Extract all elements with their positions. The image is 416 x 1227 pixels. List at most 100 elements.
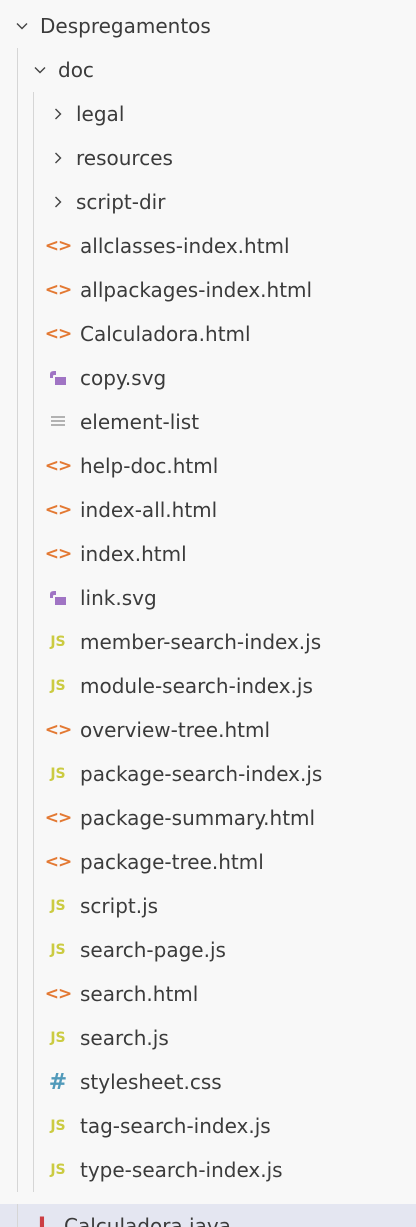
file-item[interactable]: JS member-search-index.js — [0, 620, 416, 664]
folder-legal[interactable]: legal — [0, 92, 416, 136]
indent-guide — [17, 840, 18, 884]
html-file-icon: <> — [44, 324, 73, 344]
indent-guide — [33, 224, 34, 268]
file-label: search-page.js — [80, 938, 226, 962]
file-item[interactable]: <> Calculadora.html — [0, 312, 416, 356]
file-item[interactable]: <> help-doc.html — [0, 444, 416, 488]
file-item[interactable]: JS tag-search-index.js — [0, 1104, 416, 1148]
indent-guide — [17, 488, 18, 532]
file-item[interactable]: JS type-search-index.js — [0, 1148, 416, 1192]
indent-guide — [17, 1104, 18, 1148]
html-file-icon: <> — [44, 236, 73, 256]
folder-despregamentos[interactable]: Despregamentos — [0, 4, 416, 48]
file-item[interactable]: JS search-page.js — [0, 928, 416, 972]
file-item[interactable]: # stylesheet.css — [0, 1060, 416, 1104]
folder-doc[interactable]: doc — [0, 48, 416, 92]
file-item[interactable]: copy.svg — [0, 356, 416, 400]
file-item[interactable]: JS package-search-index.js — [0, 752, 416, 796]
file-label: script.js — [80, 894, 159, 918]
indent-guide — [33, 708, 34, 752]
js-file-icon: JS — [50, 942, 66, 958]
indent-guide — [33, 840, 34, 884]
chevron-right-icon[interactable] — [46, 102, 70, 126]
folder-resources[interactable]: resources — [0, 136, 416, 180]
indent-guide — [17, 620, 18, 664]
file-label: package-tree.html — [80, 850, 264, 874]
file-item[interactable]: <> allpackages-index.html — [0, 268, 416, 312]
file-label: allpackages-index.html — [80, 278, 313, 302]
indent-guide — [17, 92, 18, 136]
indent-guide — [33, 972, 34, 1016]
file-item[interactable]: <> index-all.html — [0, 488, 416, 532]
file-label: help-doc.html — [80, 454, 219, 478]
folder-label: script-dir — [76, 190, 166, 214]
html-file-icon: <> — [44, 852, 73, 872]
file-label: copy.svg — [80, 366, 167, 390]
folder-label: legal — [76, 102, 125, 126]
folder-script-dir[interactable]: script-dir — [0, 180, 416, 224]
indent-guide — [17, 576, 18, 620]
file-item[interactable]: <> allclasses-index.html — [0, 224, 416, 268]
file-item[interactable]: <> package-summary.html — [0, 796, 416, 840]
file-item[interactable]: <> index.html — [0, 532, 416, 576]
file-label: Calculadora.html — [80, 322, 251, 346]
html-file-icon: <> — [44, 544, 73, 564]
file-label: overview-tree.html — [80, 718, 271, 742]
indent-guide — [17, 752, 18, 796]
file-label: index-all.html — [80, 498, 218, 522]
indent-guide — [33, 1148, 34, 1192]
file-item[interactable]: JS module-search-index.js — [0, 664, 416, 708]
chevron-right-icon[interactable] — [46, 146, 70, 170]
indent-guide — [17, 136, 18, 180]
indent-guide — [17, 708, 18, 752]
file-calculadora-java[interactable]: J Calculadora.java — [0, 1204, 416, 1227]
indent-guide — [17, 1060, 18, 1104]
indent-guide — [33, 1060, 34, 1104]
file-item[interactable]: JS search.js — [0, 1016, 416, 1060]
indent-guide — [17, 1204, 18, 1227]
folder-label: resources — [76, 146, 173, 170]
chevron-down-icon[interactable] — [10, 14, 34, 38]
html-file-icon: <> — [44, 984, 73, 1004]
indent-guide — [17, 356, 18, 400]
indent-guide — [33, 1016, 34, 1060]
indent-guide — [17, 444, 18, 488]
indent-guide — [33, 312, 34, 356]
indent-guide — [33, 356, 34, 400]
indent-guide — [33, 488, 34, 532]
indent-guide — [33, 884, 34, 928]
indent-guide — [17, 224, 18, 268]
indent-guide — [33, 136, 34, 180]
indent-guide — [17, 180, 18, 224]
file-item[interactable]: element-list — [0, 400, 416, 444]
file-item[interactable]: <> search.html — [0, 972, 416, 1016]
indent-guide — [17, 312, 18, 356]
indent-guide — [33, 928, 34, 972]
file-explorer-tree: Despregamentos doc legal resources scrip… — [0, 0, 416, 1227]
js-file-icon: JS — [50, 1118, 66, 1134]
file-item[interactable]: <> package-tree.html — [0, 840, 416, 884]
indent-guide — [17, 972, 18, 1016]
folder-label: Despregamentos — [40, 14, 211, 38]
file-label: package-summary.html — [80, 806, 316, 830]
indent-guide — [17, 928, 18, 972]
indent-guide — [33, 268, 34, 312]
file-item[interactable]: <> overview-tree.html — [0, 708, 416, 752]
indent-guide — [33, 532, 34, 576]
file-item[interactable]: link.svg — [0, 576, 416, 620]
indent-guide — [17, 664, 18, 708]
indent-guide — [33, 664, 34, 708]
indent-guide — [33, 444, 34, 488]
file-item[interactable]: JS script.js — [0, 884, 416, 928]
file-label: search.js — [80, 1026, 169, 1050]
chevron-right-icon[interactable] — [46, 190, 70, 214]
js-file-icon: JS — [50, 634, 66, 650]
indent-guide — [17, 48, 18, 92]
indent-guide — [17, 796, 18, 840]
indent-guide — [33, 752, 34, 796]
text-file-icon — [46, 410, 70, 434]
file-label: index.html — [80, 542, 187, 566]
file-label: allclasses-index.html — [80, 234, 290, 258]
chevron-down-icon[interactable] — [28, 58, 52, 82]
file-label: Calculadora.java — [64, 1214, 231, 1227]
